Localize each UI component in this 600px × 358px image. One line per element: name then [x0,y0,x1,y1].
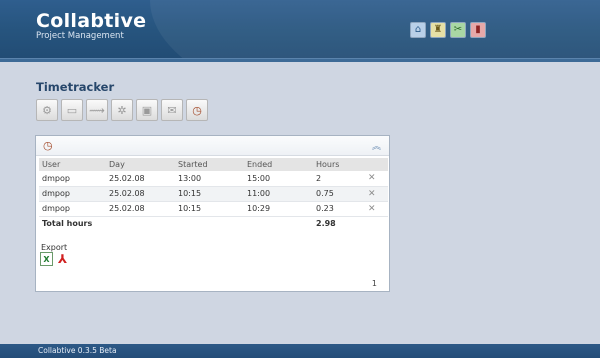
milestones-icon[interactable]: ⟿ [86,99,108,121]
panel-header: ◷ ︽ [36,136,389,156]
page-title: Timetracker [36,80,115,94]
cell-hours: 2 [313,171,365,187]
timetracker-clock-icon: ◷ [43,139,53,152]
collapse-icon[interactable]: ︽ [372,139,381,152]
export-options: X ⅄ [40,252,69,266]
delete-icon[interactable]: ✕ [368,204,376,214]
files-icon[interactable]: ▣ [136,99,158,121]
cell-started: 10:15 [175,201,244,217]
desktop-icon[interactable]: ▭ [61,99,83,121]
app-subtitle: Project Management [36,31,124,41]
admin-icon[interactable]: ♜ [430,22,446,38]
home-icon[interactable]: ⌂ [410,22,426,38]
project-toolbar: ⚙ ▭ ⟿ ✲ ▣ ✉ ◷ [36,99,208,121]
top-nav: ⌂ ♜ ✂ ▮ [410,22,486,38]
total-label: Total hours [39,216,313,231]
app-title[interactable]: Collabtive [36,10,146,32]
page-number[interactable]: 1 [372,279,377,288]
table-row: dmpop 25.02.08 13:00 15:00 2 ✕ [39,171,388,187]
timetracker-panel: ◷ ︽ User Day Started Ended Hours dmpop 2… [35,135,390,292]
tasks-icon[interactable]: ✲ [111,99,133,121]
header-divider [0,58,600,62]
cell-hours: 0.23 [313,201,365,217]
cell-user: dmpop [39,171,106,187]
cell-day: 25.02.08 [106,186,175,202]
delete-icon[interactable]: ✕ [368,189,376,199]
column-user[interactable]: User [39,158,106,171]
cell-ended: 11:00 [244,186,313,202]
pdf-export-icon[interactable]: ⅄ [56,252,69,266]
messages-icon[interactable]: ✉ [161,99,183,121]
app-header: Collabtive Project Management ⌂ ♜ ✂ ▮ [0,0,600,62]
cell-day: 25.02.08 [106,201,175,217]
column-started[interactable]: Started [175,158,244,171]
total-value: 2.98 [313,216,365,231]
table-row: dmpop 25.02.08 10:15 11:00 0.75 ✕ [39,186,388,202]
cell-day: 25.02.08 [106,171,175,187]
cell-started: 10:15 [175,186,244,202]
column-ended[interactable]: Ended [244,158,313,171]
table-header-row: User Day Started Ended Hours [39,158,388,171]
excel-export-icon[interactable]: X [40,252,53,266]
cell-ended: 15:00 [244,171,313,187]
timetracker-icon[interactable]: ◷ [186,99,208,121]
cell-user: dmpop [39,186,106,202]
export-label: Export [41,243,68,252]
settings-icon[interactable]: ✂ [450,22,466,38]
timetracker-table: User Day Started Ended Hours dmpop 25.02… [39,158,388,231]
footer-version: Collabtive 0.3.5 Beta [0,344,600,358]
cell-started: 13:00 [175,171,244,187]
total-row: Total hours 2.98 [39,216,388,231]
project-icon[interactable]: ⚙ [36,99,58,121]
cell-user: dmpop [39,201,106,217]
logout-icon[interactable]: ▮ [470,22,486,38]
table-row: dmpop 25.02.08 10:15 10:29 0.23 ✕ [39,201,388,217]
column-hours[interactable]: Hours [313,158,365,171]
cell-ended: 10:29 [244,201,313,217]
delete-icon[interactable]: ✕ [368,173,376,183]
column-actions [365,158,388,171]
cell-hours: 0.75 [313,186,365,202]
column-day[interactable]: Day [106,158,175,171]
